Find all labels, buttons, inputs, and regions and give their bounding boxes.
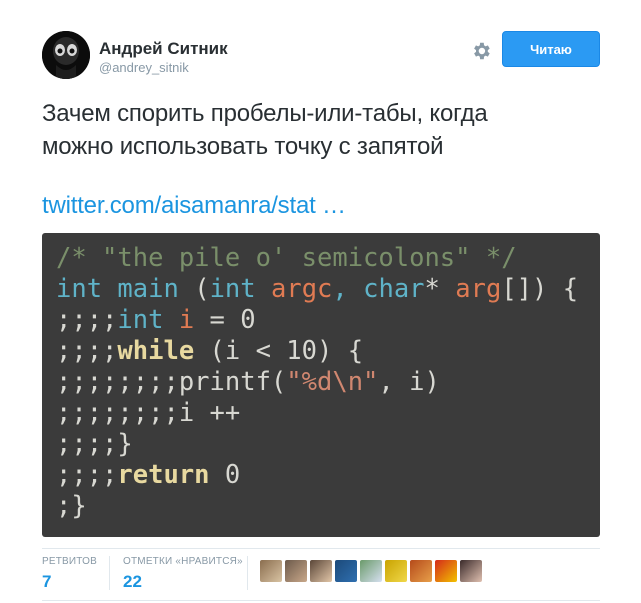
- liker-avatar[interactable]: [310, 560, 332, 582]
- code-line-3: ;;;;int i = 0: [56, 305, 256, 335]
- code-line-2: int main (int argc, char* arg[]) {: [56, 274, 579, 304]
- author-handle[interactable]: @andrey_sitnik: [99, 60, 189, 75]
- liker-avatar[interactable]: [360, 560, 382, 582]
- retweets-stat[interactable]: РЕТВИТОВ 7: [42, 556, 97, 592]
- code-line-6: ;;;;;;;;i ++: [56, 398, 241, 428]
- retweets-count[interactable]: 7: [42, 572, 97, 592]
- liker-avatar[interactable]: [435, 560, 457, 582]
- liker-avatar[interactable]: [460, 560, 482, 582]
- liker-avatar[interactable]: [260, 560, 282, 582]
- author-name[interactable]: Андрей Ситник: [99, 39, 228, 59]
- gear-icon[interactable]: [470, 40, 492, 62]
- liker-avatar[interactable]: [385, 560, 407, 582]
- code-line-9: ;}: [56, 491, 87, 521]
- code-line-1: /* "the pile o' semicolons" */: [56, 243, 517, 273]
- retweets-label: РЕТВИТОВ: [42, 556, 98, 567]
- code-line-4: ;;;;while (i < 10) {: [56, 336, 364, 366]
- tweet-card: Андрей Ситник @andrey_sitnik Читаю Зачем…: [0, 0, 641, 603]
- stat-separator: [109, 556, 110, 590]
- tweet-text-line2: можно использовать точку с запятой: [42, 133, 444, 160]
- code-line-8: ;;;;return 0: [56, 460, 241, 490]
- code-image[interactable]: /* "the pile o' semicolons" */ int main …: [42, 233, 600, 537]
- code-block: /* "the pile o' semicolons" */ int main …: [42, 233, 600, 522]
- likes-stat[interactable]: ОТМЕТКИ «НРАВИТСЯ» 22: [123, 556, 243, 592]
- code-line-5: ;;;;;;;;printf("%d\n", i): [56, 367, 440, 397]
- liker-avatar[interactable]: [410, 560, 432, 582]
- avatar[interactable]: [42, 31, 90, 79]
- tweet-link[interactable]: twitter.com/aisamanra/stat …: [42, 192, 346, 220]
- likes-label: ОТМЕТКИ «НРАВИТСЯ»: [123, 556, 243, 567]
- likes-count[interactable]: 22: [123, 572, 243, 592]
- follow-button[interactable]: Читаю: [502, 31, 600, 67]
- stats-divider-bottom: [42, 600, 600, 601]
- stat-separator: [247, 556, 248, 590]
- stats-divider-top: [42, 548, 600, 549]
- tweet-text: Зачем спорить пробелы-или-табы, когда мо…: [42, 97, 582, 163]
- liker-avatar[interactable]: [285, 560, 307, 582]
- code-line-7: ;;;;}: [56, 429, 133, 459]
- liker-avatar[interactable]: [335, 560, 357, 582]
- tweet-text-line1: Зачем спорить пробелы-или-табы, когда: [42, 100, 488, 127]
- likers-avatars: [260, 560, 482, 582]
